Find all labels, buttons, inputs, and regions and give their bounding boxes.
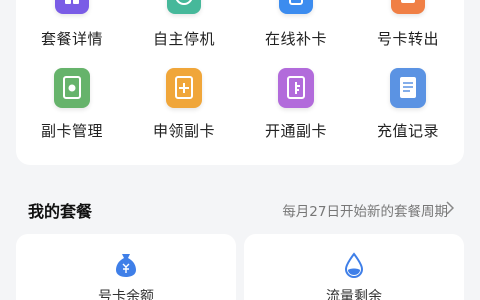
service-label: 充值记录 bbox=[376, 122, 439, 140]
data-remaining-icon bbox=[342, 252, 366, 279]
service-label: 套餐详情 bbox=[40, 30, 103, 48]
chevron-right-icon[interactable] bbox=[446, 200, 455, 215]
plan-cycle-link[interactable]: 每月27日开始新的套餐周期 bbox=[282, 200, 448, 220]
my-plan-header: 我的套餐 每月27日开始新的套餐周期 bbox=[0, 188, 480, 228]
service-label: 号卡转出 bbox=[376, 30, 439, 48]
stat-label: 号卡余额 bbox=[98, 289, 154, 300]
activate-secondary-card-icon bbox=[278, 68, 314, 108]
number-transfer-icon bbox=[391, 0, 425, 14]
stat-label: 流量剩余 bbox=[326, 289, 382, 300]
service-label: 副卡管理 bbox=[40, 122, 103, 140]
balance-icon bbox=[114, 252, 138, 278]
self-suspend-icon bbox=[167, 0, 201, 14]
card-reissue-icon bbox=[279, 0, 313, 14]
secondary-card-manage-icon bbox=[54, 68, 90, 108]
services-grid: 套餐详情 自主停机 在线补卡 号卡转出 副卡管理 申领副卡 开通副卡 充值记录 bbox=[16, 0, 464, 165]
recharge-record-icon bbox=[390, 68, 426, 108]
service-label: 开通副卡 bbox=[264, 122, 327, 140]
data-remaining-card[interactable]: 流量剩余 bbox=[244, 234, 464, 300]
service-label: 在线补卡 bbox=[264, 30, 327, 48]
service-label: 申领副卡 bbox=[152, 122, 215, 140]
apply-secondary-card-icon bbox=[166, 68, 202, 108]
balance-card[interactable]: 号卡余额 bbox=[16, 234, 236, 300]
section-title: 我的套餐 bbox=[28, 202, 93, 221]
package-detail-icon bbox=[55, 0, 89, 14]
service-label: 自主停机 bbox=[152, 30, 215, 48]
